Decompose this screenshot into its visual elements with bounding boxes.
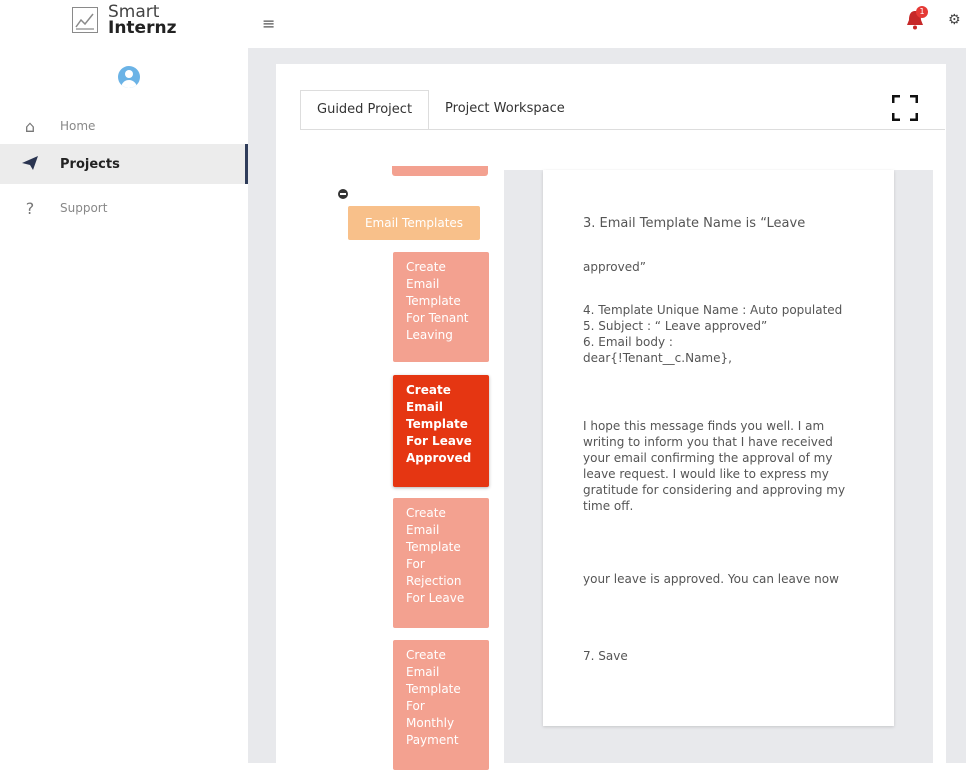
sidebar-item-home[interactable]: ⌂ Home (0, 106, 248, 146)
sidebar-item-support[interactable]: ? Support (0, 188, 248, 228)
notification-bell-icon[interactable]: 1 (904, 6, 928, 32)
doc-line-approved: approved” (583, 260, 646, 274)
tab-bar: Guided Project Project Workspace (300, 90, 581, 130)
brand-line2: Internz (108, 18, 177, 38)
doc-line-template-name: 3. Email Template Name is “Leave (583, 216, 806, 231)
tab-project-workspace[interactable]: Project Workspace (429, 90, 581, 130)
email-templates-button[interactable]: Email Templates (348, 206, 480, 240)
doc-line-leave-approved: your leave is approved. You can leave no… (583, 572, 839, 586)
tab-divider (300, 129, 945, 130)
doc-line-fields: 4. Template Unique Name : Auto populated… (583, 303, 843, 365)
paper-plane-icon (0, 155, 60, 174)
hamburger-menu-icon[interactable]: ≡ (262, 14, 275, 33)
avatar[interactable] (118, 66, 140, 88)
doc-line-save: 7. Save (583, 649, 628, 663)
fullscreen-icon[interactable] (891, 94, 919, 122)
sidebar: Smart Internz ⌂ Home Projects ? Support (0, 0, 248, 763)
collapse-minus-icon[interactable] (338, 189, 348, 199)
top-bar: ≡ 1 ⚙ (248, 0, 966, 48)
step-tenant-leaving[interactable]: Create Email Template For Tenant Leaving (393, 252, 489, 362)
sidebar-item-label: Home (60, 119, 96, 133)
notification-badge: 1 (916, 6, 928, 18)
sidebar-item-projects[interactable]: Projects (0, 144, 248, 184)
previous-step-button[interactable] (392, 166, 488, 176)
gear-icon[interactable]: ⚙ (948, 12, 961, 28)
question-icon: ? (25, 198, 35, 218)
step-leave-approved[interactable]: Create Email Template For Leave Approved (393, 375, 489, 487)
logo-icon (72, 7, 98, 33)
sidebar-item-label: Support (60, 201, 108, 215)
sidebar-item-label: Projects (60, 156, 120, 172)
tab-guided-project[interactable]: Guided Project (300, 90, 430, 130)
brand-logo[interactable]: Smart Internz (72, 4, 177, 38)
home-icon: ⌂ (24, 116, 36, 136)
step-rejection-for-leave[interactable]: Create Email Template For Rejection For … (393, 498, 489, 628)
step-monthly-payment[interactable]: Create Email Template For Monthly Paymen… (393, 640, 489, 770)
right-gutter (933, 170, 946, 763)
doc-line-body: I hope this message finds you well. I am… (583, 419, 846, 513)
